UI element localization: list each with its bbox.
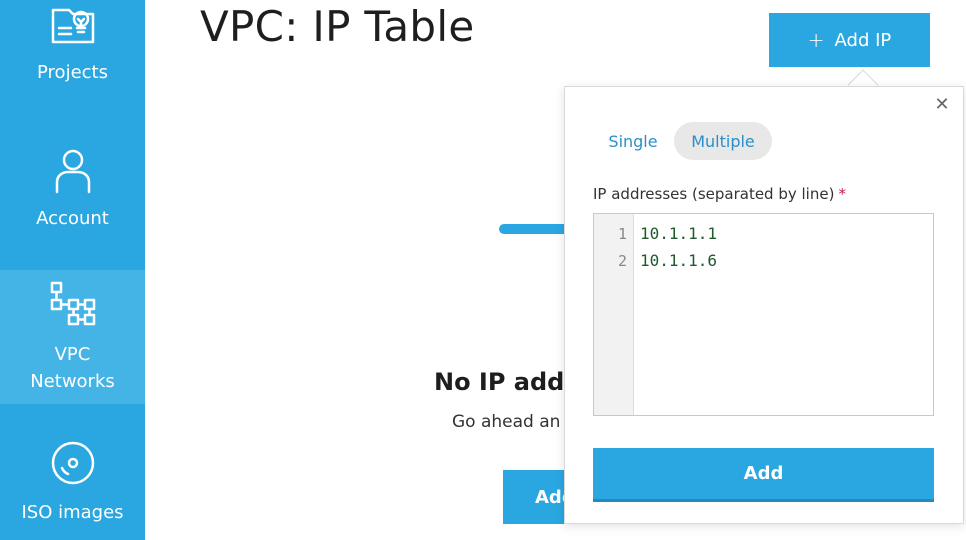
editor-line[interactable]: 10.1.1.1 xyxy=(640,224,933,251)
line-number-gutter: 1 2 xyxy=(594,214,634,415)
line-number: 2 xyxy=(617,252,627,270)
plus-icon: + xyxy=(807,28,825,52)
page-title: VPC: IP Table xyxy=(200,2,475,51)
sidebar-item-vpc-networks[interactable]: VPC Networks xyxy=(0,270,145,404)
add-ip-label: Add IP xyxy=(834,29,892,51)
add-ip-popover: ✕ Single Multiple IP addresses (separate… xyxy=(564,86,964,524)
empty-state-subtitle: Go ahead an xyxy=(452,412,561,432)
account-icon xyxy=(53,148,93,198)
ip-addresses-label-text: IP addresses (separated by line) xyxy=(593,185,835,203)
sidebar-item-label: ISO images xyxy=(21,502,124,523)
editor-line[interactable]: 10.1.1.6 xyxy=(640,251,933,278)
sidebar-item-label: Account xyxy=(36,208,109,229)
add-submit-button[interactable]: Add xyxy=(593,448,934,502)
sidebar-item-iso-images[interactable]: ISO images xyxy=(0,420,145,540)
ip-addresses-label: IP addresses (separated by line) * xyxy=(593,185,846,203)
ip-addresses-editor[interactable]: 1 2 10.1.1.1 10.1.1.6 xyxy=(593,213,934,416)
projects-icon xyxy=(49,2,97,50)
required-marker: * xyxy=(838,185,846,203)
tab-single[interactable]: Single xyxy=(594,122,672,160)
add-ip-button[interactable]: + Add IP xyxy=(769,13,930,67)
sidebar: Projects Account VPC Networks ISO images xyxy=(0,0,145,540)
vpc-networks-icon xyxy=(49,280,97,330)
sidebar-item-account[interactable]: Account xyxy=(0,130,145,250)
line-number: 1 xyxy=(617,225,627,243)
iso-images-icon xyxy=(50,440,96,490)
empty-state-title: No IP addr xyxy=(434,368,577,396)
tab-multiple[interactable]: Multiple xyxy=(674,122,772,160)
sidebar-item-projects[interactable]: Projects xyxy=(0,0,145,110)
sidebar-item-label: Projects xyxy=(37,62,108,83)
editor-content[interactable]: 10.1.1.1 10.1.1.6 xyxy=(634,214,933,415)
sidebar-item-label: VPC Networks xyxy=(30,344,115,392)
close-icon[interactable]: ✕ xyxy=(932,95,952,115)
